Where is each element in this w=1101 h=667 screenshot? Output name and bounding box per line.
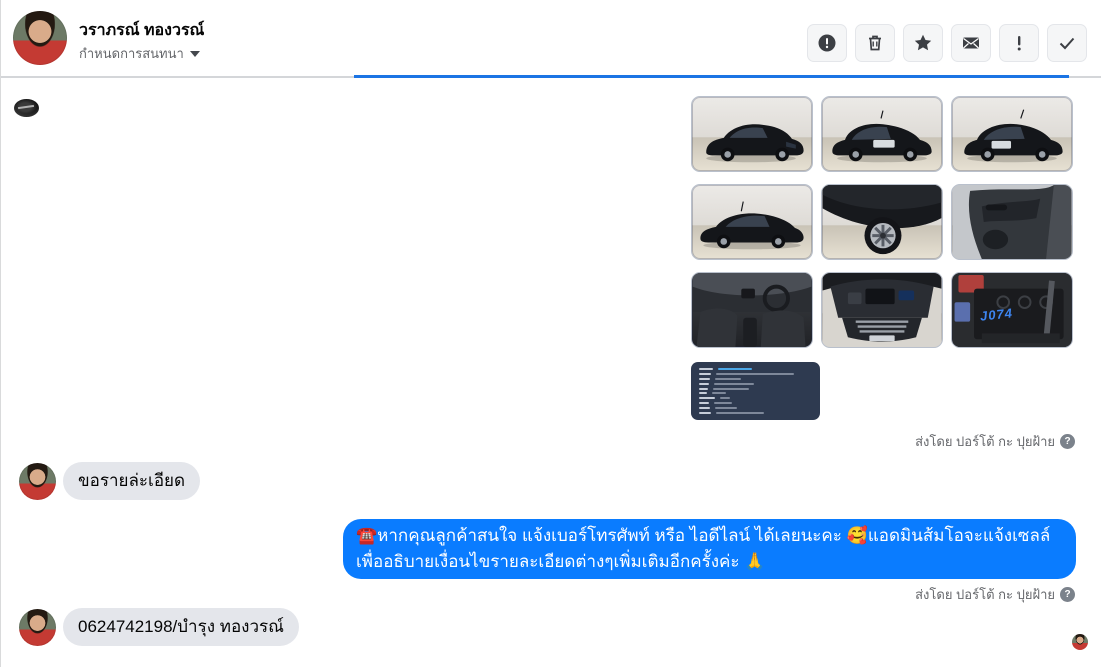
sent-by-attribution: ส่งโดย ปอร์โต้ กะ ปุยฝ้าย ? [915,431,1075,452]
mark-unread-button[interactable] [951,24,991,62]
help-icon[interactable]: ? [1060,434,1075,449]
sent-by-label: ส่งโดย ปอร์โต้ กะ ปุยฝ้าย [915,434,1055,449]
customer-avatar[interactable] [19,609,56,646]
mark-important-button[interactable] [999,24,1039,62]
star-button[interactable] [903,24,943,62]
seen-receipt-avatar [1072,634,1088,650]
exclamation-icon [1009,33,1029,53]
contact-name: วราภรณ์ ทองวรณ์ [79,22,205,39]
car-photo-battery[interactable]: J074 [951,272,1073,348]
envelope-icon [961,33,981,53]
car-photo-side-profile[interactable] [691,184,813,260]
page-logo-sticker[interactable] [14,99,39,117]
car-photo-rear-quarter-2[interactable] [951,96,1073,172]
schedule-label: กำหนดการสนทนา [79,46,184,61]
car-photo-door-panel[interactable] [951,184,1073,260]
car-photo-interior-cabin[interactable] [691,272,813,348]
car-spec-card-image[interactable] [691,362,820,420]
sent-by-attribution: ส่งโดย ปอร์โต้ กะ ปุยฝ้าย ? [915,584,1075,605]
car-photo-rear-quarter-1[interactable] [821,96,943,172]
customer-message-bubble: 0624742198/บำรุง ทองวรณ์ [63,608,299,646]
messenger-inbox-screen: วราภรณ์ ทองวรณ์ กำหนดการสนทนา J074 ส่งโด… [0,0,1101,667]
contact-avatar[interactable] [13,11,67,65]
check-icon [1057,33,1077,53]
conversation-header: วราภรณ์ ทองวรณ์ กำหนดการสนทนา [1,0,1101,76]
car-photo-engine-bay[interactable] [821,272,943,348]
car-photo-front-quarter[interactable] [691,96,813,172]
chevron-down-icon [189,50,200,57]
header-divider-progress [354,75,1069,78]
report-button[interactable] [807,24,847,62]
customer-message-bubble: ขอรายล่ะเอียด [63,462,201,500]
trash-icon [865,33,885,53]
car-photo-front-wheel-closeup[interactable] [821,184,943,260]
star-icon [913,33,933,53]
conversation-schedule-dropdown[interactable]: กำหนดการสนทนา [79,43,200,64]
page-message-bubble: ☎️หากคุณลูกค้าสนใจ แจ้งเบอร์โทรศัพท์ หรื… [343,519,1076,579]
customer-avatar[interactable] [19,463,56,500]
delete-button[interactable] [855,24,895,62]
car-photo-attachment-grid: J074 [691,96,1073,348]
header-action-buttons [807,24,1087,62]
mark-done-button[interactable] [1047,24,1087,62]
sent-by-label: ส่งโดย ปอร์โต้ กะ ปุยฝ้าย [915,587,1055,602]
exclamation-circle-icon [817,33,837,53]
help-icon[interactable]: ? [1060,587,1075,602]
